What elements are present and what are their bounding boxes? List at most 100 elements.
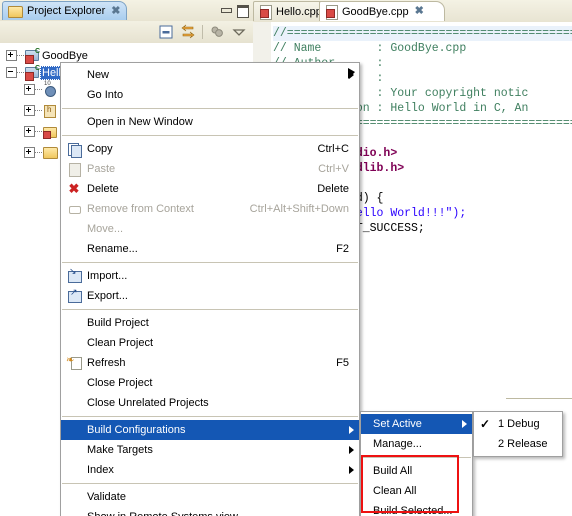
no-icon [65,114,83,130]
menu-item-delete[interactable]: ✖ Delete Delete [61,179,359,199]
menu-separator [362,457,471,458]
minimize-icon[interactable] [219,4,232,16]
no-icon [65,335,83,351]
view-tab-label: Project Explorer [27,5,106,17]
submenu-item-build-selected[interactable]: Build Selected... [361,501,472,516]
menu-item-accelerator: F2 [336,243,349,255]
no-icon [65,395,83,411]
expand-icon[interactable] [6,50,17,61]
import-icon [65,266,83,284]
submenu-item-build-all[interactable]: Build All [361,461,472,481]
tree-connector [17,54,24,57]
submenu-build-configurations[interactable]: Set Active Manage... Build All Clean All… [360,411,473,516]
cpp-project-icon: C [24,48,40,64]
menu-item-label: New [87,69,110,81]
menu-item-clean-project[interactable]: Clean Project [61,333,359,353]
close-icon[interactable]: ✖ [415,6,424,17]
menu-item-validate[interactable]: Validate [61,487,359,507]
menu-item-refresh[interactable]: Refresh F5 [61,353,359,373]
menu-item-label: Show in Remote Systems view [83,511,359,516]
menu-item-make-targets[interactable]: Make Targets [61,440,359,460]
no-icon [65,315,83,331]
menu-separator [62,309,358,310]
refresh-icon [65,355,83,371]
close-icon[interactable]: ✖ [111,5,120,17]
tree-connector [35,109,42,112]
tree-connector [35,88,42,91]
collapse-icon[interactable] [6,67,17,78]
menu-item-rename[interactable]: Rename... F2 [61,239,359,259]
cpp-file-icon [259,4,272,20]
menu-item-index[interactable]: Index [61,460,359,480]
editor-tab-label: Hello.cpp [276,5,322,18]
menu-item-accelerator: Delete [317,183,349,195]
eclipse-ide-window: Project Explorer ✖ C GoodBye C Hello 10 … [0,0,572,516]
no-icon [65,462,83,478]
menu-item-accelerator: Ctrl+C [317,143,349,155]
submenu-set-active[interactable]: ✓ 1 Debug 2 Release [473,411,563,457]
menu-item-build-configurations[interactable]: Build Configurations [61,420,359,440]
no-icon [65,375,83,391]
code-line: // Name : GoodBye.cpp [273,42,467,55]
editor-tab-goodbye-cpp[interactable]: GoodBye.cpp ✖ [319,1,445,21]
menu-item-label: Move... [87,223,124,235]
menu-item-open-in-new-window[interactable]: Open in New Window [61,112,359,132]
submenu-item-debug[interactable]: ✓ 1 Debug [474,414,562,434]
menu-item-close-unrelated-projects[interactable]: Close Unrelated Projects [61,393,359,413]
remove-icon [65,201,83,217]
tree-item-includes[interactable] [24,102,58,119]
menu-item-label: Remove from Context [87,203,194,215]
editor-tab-label: GoodBye.cpp [342,5,409,18]
expand-icon[interactable] [24,105,35,116]
delete-icon: ✖ [68,181,80,196]
menu-item-import[interactable]: Import... [61,266,359,286]
toolbar-divider [202,25,203,39]
submenu-item-set-active[interactable]: Set Active [361,414,472,434]
view-window-buttons [219,4,249,18]
submenu-item-clean-all[interactable]: Clean All [361,481,472,501]
menu-item-close-project[interactable]: Close Project [61,373,359,393]
menu-separator [62,483,358,484]
copy-icon [65,141,83,158]
tree-connector [17,71,24,74]
menu-item-label: Delete [87,183,119,195]
tree-item-source-folder[interactable] [24,123,58,140]
menu-separator [62,108,358,109]
menu-item-show-in-remote-systems-view[interactable]: Show in Remote Systems view [61,507,359,516]
expand-icon[interactable] [24,126,35,137]
menu-item-label: Validate [87,491,126,503]
includes-icon [42,103,58,118]
context-menu[interactable]: New Go Into Open in New Window Copy Ctrl… [60,62,360,516]
menu-item-label: Build Project [87,317,149,329]
menu-item-copy[interactable]: Copy Ctrl+C [61,139,359,159]
collapse-all-icon[interactable] [158,24,174,40]
submenu-item-release[interactable]: 2 Release [474,434,562,454]
menu-item-label: Open in New Window [87,116,193,128]
menu-item-label: Go Into [87,89,124,101]
menu-item-build-project[interactable]: Build Project [61,313,359,333]
view-menu-icon[interactable] [231,24,247,40]
tree-item-folder[interactable] [24,144,58,161]
menu-item-label: Build Configurations [87,424,186,436]
menu-item-export[interactable]: Export... [61,286,359,306]
menu-item-go-into[interactable]: Go Into [61,85,359,105]
editor-tab-bar: Hello.cpp GoodBye.cpp ✖ [253,0,572,23]
menu-separator [62,262,358,263]
folder-icon [42,145,58,160]
link-with-editor-icon[interactable] [180,24,196,40]
tab-project-explorer[interactable]: Project Explorer ✖ [2,1,128,20]
maximize-icon[interactable] [236,4,249,18]
tree-connector [35,130,42,133]
menu-item-accelerator: Ctrl+Alt+Shift+Down [249,203,349,215]
no-icon [65,509,83,516]
tree-item-binaries[interactable] [24,81,58,98]
binaries-icon [42,81,58,97]
mouse-cursor [348,68,355,79]
expand-icon[interactable] [24,147,35,158]
submenu-item-manage[interactable]: Manage... [361,434,472,454]
expand-icon[interactable] [24,84,35,95]
no-icon [65,422,83,438]
focus-on-active-task-icon[interactable] [209,24,225,40]
menu-item-label: Rename... [87,243,138,255]
menu-item-new[interactable]: New [61,65,359,85]
